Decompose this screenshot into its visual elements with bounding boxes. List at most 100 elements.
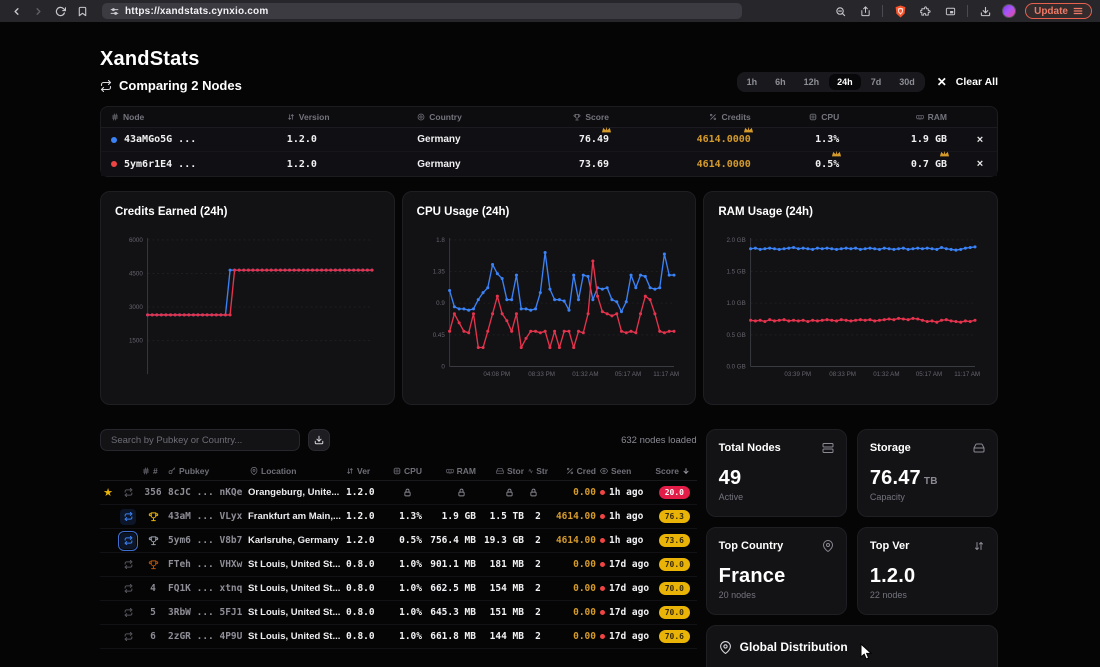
time-range-1h[interactable]: 1h (739, 74, 766, 90)
server-icon (822, 442, 834, 454)
node-cpu: 1.0% (382, 559, 424, 570)
comparison-row[interactable]: 43aMGo5G ... 1.2.0 Germany 76.49 4614.00… (101, 128, 997, 152)
brave-shield-icon[interactable] (892, 3, 908, 19)
downloads-icon[interactable] (977, 3, 993, 19)
node-version: 1.2.0 (344, 487, 382, 498)
lock-icon (426, 488, 476, 497)
node-table-row[interactable]: 4 FQ1K ... xtnq St Louis, United St... 0… (100, 577, 697, 601)
node-table-row[interactable]: 5ym6 ... V8b7 Karlsruhe, Germany 1.2.0 0… (100, 529, 697, 553)
nodes-col-pubkey[interactable]: Pubkey (166, 466, 248, 476)
nodes-col-str[interactable]: Str (526, 466, 550, 476)
node-pubkey[interactable]: FTeh ... VHXw (166, 559, 248, 570)
site-settings-icon[interactable] (110, 7, 119, 16)
nodes-table-header: #PubkeyLocationVerCPURAMStorStrCredSeenS… (100, 461, 697, 481)
nodes-col-stor[interactable]: Stor (478, 466, 526, 476)
nodes-col-rank[interactable]: # (140, 466, 166, 476)
node-version: 0.8.0 (344, 583, 382, 594)
page-title: XandStats (100, 48, 242, 71)
lock-icon (480, 488, 524, 497)
cmp-cpu: 1.3% (767, 134, 855, 145)
node-cpu: 1.3% (382, 511, 424, 522)
node-pubkey[interactable]: 8cJC ... nKQe (166, 487, 248, 498)
export-download-button[interactable] (308, 429, 330, 451)
nodes-col-cpu[interactable]: CPU (382, 466, 424, 476)
extensions-puzzle-icon[interactable] (917, 3, 933, 19)
cmp-col-country[interactable]: Country (407, 112, 520, 122)
nodes-col-ver[interactable]: Ver (344, 466, 382, 476)
map-pin-icon (822, 540, 834, 552)
compare-icon (100, 80, 112, 92)
svg-text:3000: 3000 (129, 304, 143, 311)
compare-toggle-button[interactable] (120, 581, 136, 597)
svg-text:0.45: 0.45 (432, 332, 445, 339)
compare-toggle-button[interactable] (120, 485, 136, 501)
storage-caption: Capacity (870, 492, 985, 502)
bookmark-icon[interactable] (74, 3, 90, 19)
time-range-6h[interactable]: 6h (767, 74, 794, 90)
node-pubkey[interactable]: 2zGR ... 4P9U (166, 631, 248, 642)
svg-text:4500: 4500 (129, 270, 143, 277)
node-table-row[interactable]: 5 3RbW ... 5FJ1 St Louis, United St... 0… (100, 601, 697, 625)
update-button[interactable]: Update (1025, 3, 1092, 19)
chart-title: Credits Earned (24h) (115, 206, 380, 218)
time-range-12h[interactable]: 12h (796, 74, 828, 90)
node-table-row[interactable]: 43aM ... VLyx Frankfurt am Main,... 1.2.… (100, 505, 697, 529)
node-pubkey[interactable]: 43aM ... VLyx (166, 511, 248, 522)
favorite-star-icon[interactable]: ★ (100, 486, 116, 499)
page-content: XandStats Comparing 2 Nodes 1h6h12h24h7d… (0, 22, 1100, 667)
top-country-value: France (719, 565, 834, 588)
profile-avatar[interactable] (1002, 4, 1016, 18)
time-range-7d[interactable]: 7d (863, 74, 890, 90)
toolbar-divider (967, 5, 968, 17)
node-version: 0.8.0 (344, 607, 382, 618)
svg-text:1500: 1500 (129, 338, 143, 345)
search-input[interactable] (100, 429, 300, 451)
compare-toggle-button[interactable] (120, 605, 136, 621)
remove-from-compare-button[interactable]: × (963, 134, 997, 146)
nodes-col-location[interactable]: Location (248, 466, 344, 476)
forward-icon[interactable] (30, 3, 46, 19)
cmp-col-score[interactable]: Score (521, 112, 625, 122)
time-range-24h[interactable]: 24h (829, 74, 861, 90)
node-table-row[interactable]: ★356 8cJC ... nKQe Orangeburg, Unite... … (100, 481, 697, 505)
svg-text:1.0 GB: 1.0 GB (727, 300, 746, 307)
nodes-col-seen[interactable]: Seen (598, 466, 652, 476)
reload-icon[interactable] (52, 3, 68, 19)
charts-row: Credits Earned (24h) 6000450030001500 CP… (100, 191, 998, 405)
cmp-col-ram[interactable]: RAM (855, 112, 963, 122)
time-range-30d[interactable]: 30d (891, 74, 923, 90)
clear-all-icon[interactable]: ✕ (937, 76, 947, 88)
node-pubkey[interactable]: FQ1K ... xtnq (166, 583, 248, 594)
search-page-icon[interactable] (832, 3, 848, 19)
compare-toggle-button[interactable] (120, 509, 136, 525)
back-icon[interactable] (8, 3, 24, 19)
rank-trophy-gold-icon (140, 511, 166, 522)
status-dot (600, 514, 605, 519)
nodes-col-score[interactable]: Score (652, 466, 692, 476)
remove-from-compare-button[interactable]: × (963, 158, 997, 170)
node-pubkey[interactable]: 3RbW ... 5FJ1 (166, 607, 248, 618)
storage-unit: TB (924, 476, 938, 487)
comparison-row[interactable]: 5ym6r1E4 ... 1.2.0 Germany 73.69 4614.00… (101, 152, 997, 176)
compare-toggle-button[interactable] (120, 557, 136, 573)
cmp-col-cpu[interactable]: CPU (767, 112, 855, 122)
node-location: St Louis, United St... (248, 583, 344, 594)
reader-mode-icon[interactable] (942, 3, 958, 19)
cmp-col-node[interactable]: Node (101, 112, 277, 122)
compare-toggle-button[interactable] (120, 533, 136, 549)
node-table-row[interactable]: FTeh ... VHXw St Louis, United St... 0.8… (100, 553, 697, 577)
nodes-col-ram[interactable]: RAM (424, 466, 478, 476)
clear-all-button[interactable]: Clear All (956, 76, 998, 88)
cmp-col-credits[interactable]: Credits (625, 112, 767, 122)
address-bar[interactable]: https://xandstats.cynxio.com (102, 3, 742, 19)
node-location: Karlsruhe, Germany (248, 535, 344, 546)
node-credits: 0.00 (550, 559, 598, 570)
node-table-row[interactable]: 6 2zGR ... 4P9U St Louis, United St... 0… (100, 625, 697, 649)
node-pubkey[interactable]: 5ym6 ... V8b7 (166, 535, 248, 546)
nodes-col-cred[interactable]: Cred (550, 466, 598, 476)
cmp-col-version[interactable]: Version (277, 112, 407, 122)
compare-toggle-button[interactable] (120, 629, 136, 645)
map-pin-icon (719, 641, 732, 654)
share-icon[interactable] (857, 3, 873, 19)
status-dot (600, 634, 605, 639)
